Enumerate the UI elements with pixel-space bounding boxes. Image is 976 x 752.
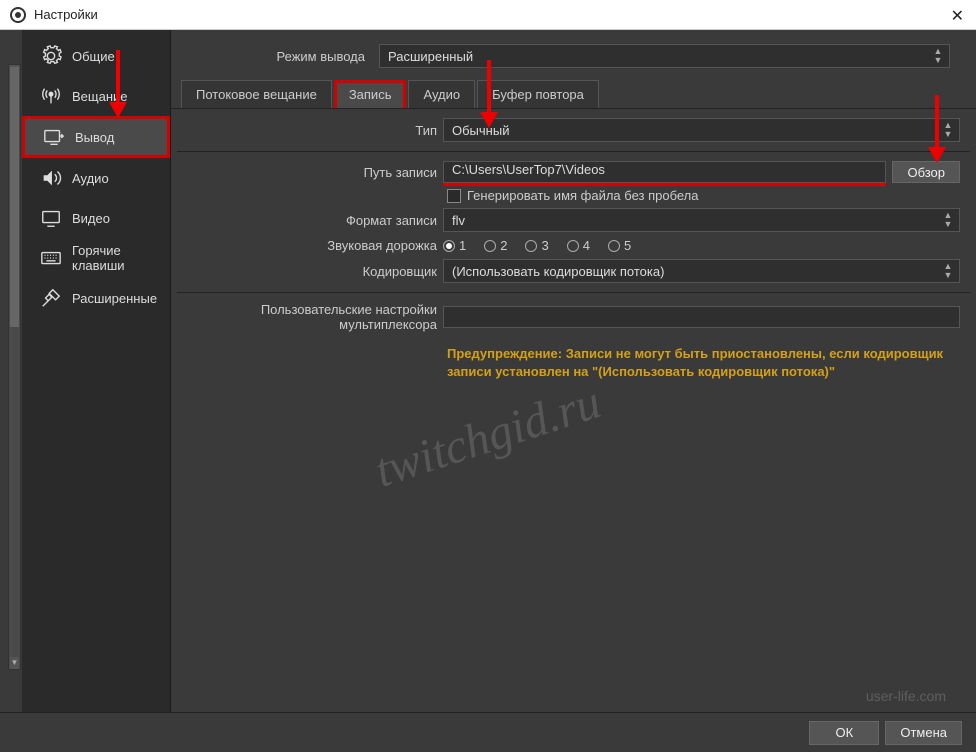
sidebar: Общие Вещание Вывод Аудио Видео (22, 30, 171, 712)
watermark-text: twitchgid.ru (368, 374, 607, 498)
bottom-watermark: user-life.com (866, 688, 946, 704)
track-radio-4[interactable]: 4 (567, 238, 590, 253)
recording-type-select[interactable]: Обычный ▲▼ (443, 118, 960, 142)
no-space-label: Генерировать имя файла без пробела (467, 188, 699, 203)
output-icon (43, 126, 65, 148)
recording-format-label: Формат записи (187, 213, 437, 228)
sidebar-item-label: Вывод (75, 130, 114, 145)
video-icon (40, 207, 62, 229)
sidebar-item-label: Горячие клавиши (72, 243, 160, 273)
keyboard-icon (40, 247, 62, 269)
audio-track-label: Звуковая дорожка (187, 238, 437, 253)
sidebar-scrollbar[interactable] (8, 64, 21, 670)
chevron-updown-icon: ▲▼ (941, 211, 955, 229)
encoder-label: Кодировщик (187, 264, 437, 279)
dialog-footer: ОК Отмена (0, 712, 976, 752)
sidebar-item-broadcast[interactable]: Вещание (22, 76, 170, 116)
track-radio-5[interactable]: 5 (608, 238, 631, 253)
tab-streaming[interactable]: Потоковое вещание (181, 80, 332, 108)
audio-icon (40, 167, 62, 189)
browse-button[interactable]: Обзор (892, 161, 960, 183)
track-radio-2[interactable]: 2 (484, 238, 507, 253)
encoder-select[interactable]: (Использовать кодировщик потока) ▲▼ (443, 259, 960, 283)
encoder-warning: Предупреждение: Записи не могут быть при… (177, 335, 970, 391)
sidebar-item-label: Общие (72, 49, 115, 64)
output-tabs: Потоковое вещание Запись Аудио Буфер пов… (171, 72, 976, 109)
chevron-updown-icon: ▲▼ (941, 262, 955, 280)
chevron-updown-icon: ▲▼ (941, 121, 955, 139)
output-mode-label: Режим вывода (181, 49, 371, 64)
track-radio-1[interactable]: 1 (443, 238, 466, 253)
tab-recording[interactable]: Запись (334, 80, 407, 108)
sidebar-item-label: Расширенные (72, 291, 157, 306)
divider (177, 151, 970, 152)
sidebar-item-advanced[interactable]: Расширенные (22, 278, 170, 318)
gear-icon (40, 45, 62, 67)
recording-path-input[interactable]: C:\Users\UserTop7\Videos (443, 161, 886, 183)
scroll-down-button[interactable] (10, 657, 19, 669)
mux-label: Пользовательские настройки мультиплексор… (187, 302, 437, 332)
recording-format-select[interactable]: flv ▲▼ (443, 208, 960, 232)
mux-input[interactable] (443, 306, 960, 328)
titlebar: Настройки ✕ (0, 0, 976, 30)
track-radio-3[interactable]: 3 (525, 238, 548, 253)
window-title: Настройки (34, 7, 98, 22)
scroll-thumb[interactable] (10, 67, 19, 327)
broadcast-icon (40, 85, 62, 107)
chevron-updown-icon: ▲▼ (931, 47, 945, 65)
sidebar-item-video[interactable]: Видео (22, 198, 170, 238)
sidebar-item-general[interactable]: Общие (22, 36, 170, 76)
recording-type-label: Тип (187, 123, 437, 138)
close-button[interactable]: ✕ (951, 6, 964, 26)
divider (177, 292, 970, 293)
content-pane: Режим вывода Расширенный ▲▼ Потоковое ве… (171, 30, 976, 712)
sidebar-item-audio[interactable]: Аудио (22, 158, 170, 198)
no-space-checkbox[interactable] (447, 189, 461, 203)
tab-replay-buffer[interactable]: Буфер повтора (477, 80, 599, 108)
app-logo-icon (10, 7, 26, 23)
audio-track-radios: 1 2 3 4 5 (443, 238, 631, 253)
sidebar-item-hotkeys[interactable]: Горячие клавиши (22, 238, 170, 278)
output-mode-select[interactable]: Расширенный ▲▼ (379, 44, 950, 68)
ok-button[interactable]: ОК (809, 721, 879, 745)
sidebar-item-label: Видео (72, 211, 110, 226)
sidebar-item-output[interactable]: Вывод (22, 116, 170, 158)
tools-icon (40, 287, 62, 309)
sidebar-item-label: Аудио (72, 171, 109, 186)
sidebar-item-label: Вещание (72, 89, 128, 104)
recording-path-label: Путь записи (187, 165, 437, 180)
cancel-button[interactable]: Отмена (885, 721, 962, 745)
tab-audio[interactable]: Аудио (408, 80, 475, 108)
